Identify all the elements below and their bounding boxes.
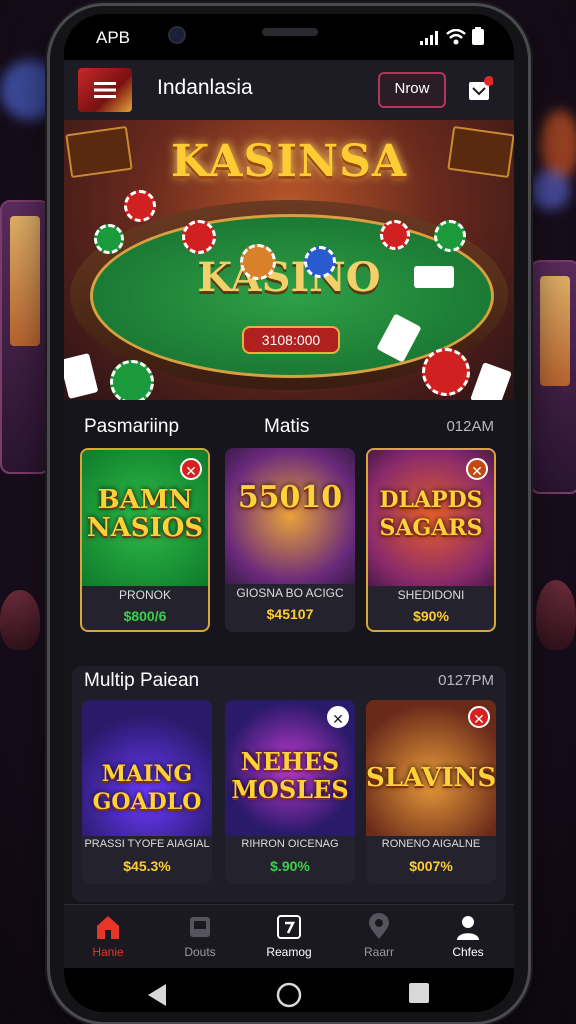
status-time: APB — [96, 28, 131, 47]
cards-icon — [277, 915, 301, 939]
tab-games[interactable]: Reamog — [249, 913, 329, 959]
home-icon — [97, 916, 119, 939]
chip-icon — [94, 224, 124, 254]
tab-location[interactable]: Raarr — [339, 913, 419, 959]
chip-icon — [304, 246, 336, 278]
game-name: RIHRON OICENAG — [241, 838, 339, 850]
chip-icon — [124, 190, 156, 222]
bottom-tab-bar: Hanie Douts Reamog Raarr Chfes — [64, 904, 514, 969]
home-nav-icon[interactable] — [276, 982, 302, 1008]
tab-label: Hanie — [92, 945, 124, 959]
section-title: Pasmariinp — [84, 416, 180, 437]
game-name: RONENO AIGALNE — [381, 838, 481, 850]
status-icons — [420, 27, 484, 45]
playing-card — [414, 266, 454, 288]
phone-screen: APB Indanlasia Nrow KASINSA KASINO 3108:… — [64, 14, 514, 1012]
pin-icon — [369, 913, 389, 939]
section-header-multiplayer: Multip Paiean 0127PM — [64, 666, 514, 696]
game-art-title: SLAVINS — [366, 763, 496, 793]
game-card[interactable]: MAING GOADLO PRASSI TYOFE AIAGIAL $45.3% — [82, 700, 212, 884]
game-name: GIOSNA BO ACIGC — [236, 586, 344, 600]
game-art-title: NEHES MOSLES — [231, 747, 349, 804]
game-card[interactable]: BAMN NASIOS ✕ PRONOK $800/6 — [80, 448, 210, 632]
bg-slot-machine — [530, 260, 576, 494]
status-bar: APB — [64, 14, 514, 60]
now-button[interactable]: Nrow — [378, 72, 446, 108]
close-icon[interactable]: ✕ — [180, 458, 202, 480]
section-title: Multip Paiean — [84, 670, 200, 691]
tab-profile[interactable]: Chfes — [428, 913, 508, 959]
slot-icon — [190, 917, 210, 937]
bell-icon — [469, 76, 494, 100]
app-title: Indanlasia — [157, 76, 253, 99]
recents-icon[interactable] — [408, 982, 430, 1004]
tab-label: Douts — [184, 945, 216, 959]
game-value: $90% — [413, 608, 449, 624]
chip-icon — [422, 348, 470, 396]
game-value: $800/6 — [123, 608, 167, 624]
game-name: PRASSI TYOFE AIAGIAL — [84, 838, 210, 850]
game-art-title: BAMN NASIOS — [86, 485, 204, 543]
back-icon[interactable] — [146, 982, 168, 1008]
game-art-title: MAING GOADLO — [92, 761, 202, 815]
game-art — [225, 448, 355, 584]
game-value: $45107 — [266, 606, 314, 622]
section-time: 012AM — [446, 418, 494, 435]
hamburger-icon — [94, 82, 116, 98]
section-subtitle[interactable]: Matis — [264, 416, 309, 438]
close-icon[interactable]: ✕ — [466, 458, 488, 480]
section-header-popular: Pasmariinp Matis 012AM — [64, 412, 514, 442]
user-icon — [457, 916, 479, 940]
bg-slot-machine — [0, 200, 50, 474]
camera-icon — [168, 26, 186, 44]
bg-stool — [536, 580, 576, 650]
game-art-title: 55010 — [237, 480, 343, 515]
game-card[interactable]: NEHES MOSLES ✕ RIHRON OICENAG $.90% — [225, 700, 355, 884]
game-card[interactable]: 55010 GIOSNA BO ACIGC $45107 — [225, 448, 355, 632]
tab-home[interactable]: Hanie — [68, 913, 148, 959]
tab-label: Chfes — [452, 945, 484, 959]
chip-icon — [380, 220, 410, 250]
signal-icon — [420, 31, 438, 45]
game-name: PRONOK — [118, 588, 171, 602]
app-header: Indanlasia Nrow — [64, 60, 514, 120]
wifi-icon — [446, 29, 466, 45]
game-art-title: DLAPDS SAGARS — [379, 487, 483, 541]
menu-button[interactable] — [78, 68, 132, 112]
section-time: 0127PM — [438, 672, 494, 689]
close-icon[interactable]: ✕ — [327, 706, 349, 728]
chip-icon — [110, 360, 154, 400]
chip-icon — [240, 244, 276, 280]
speaker-icon — [262, 28, 318, 36]
jackpot-counter: 3108:000 — [242, 326, 340, 354]
tab-label: Raarr — [363, 945, 394, 959]
tab-label: Reamog — [266, 945, 312, 959]
notification-button[interactable] — [467, 76, 494, 102]
game-value: $007% — [409, 858, 453, 874]
close-icon[interactable]: ✕ — [468, 706, 490, 728]
system-nav-bar — [64, 968, 514, 1012]
tab-slots[interactable]: Douts — [160, 913, 240, 959]
game-value: $.90% — [270, 858, 310, 874]
chip-icon — [182, 220, 216, 254]
game-card[interactable]: DLAPDS SAGARS ✕ SHEDIDONI $90% — [366, 448, 496, 632]
game-name: SHEDIDONI — [397, 588, 465, 602]
battery-icon — [472, 27, 484, 45]
chip-icon — [434, 220, 466, 252]
bg-light — [530, 170, 570, 210]
playing-card — [470, 362, 512, 400]
game-value: $45.3% — [123, 858, 171, 874]
banner-title: KASINSA — [170, 136, 408, 187]
bg-stool — [0, 590, 40, 650]
promo-banner[interactable]: KASINSA KASINO 3108:000 — [64, 120, 514, 400]
playing-card — [64, 352, 99, 400]
game-card[interactable]: SLAVINS ✕ RONENO AIGALNE $007% — [366, 700, 496, 884]
